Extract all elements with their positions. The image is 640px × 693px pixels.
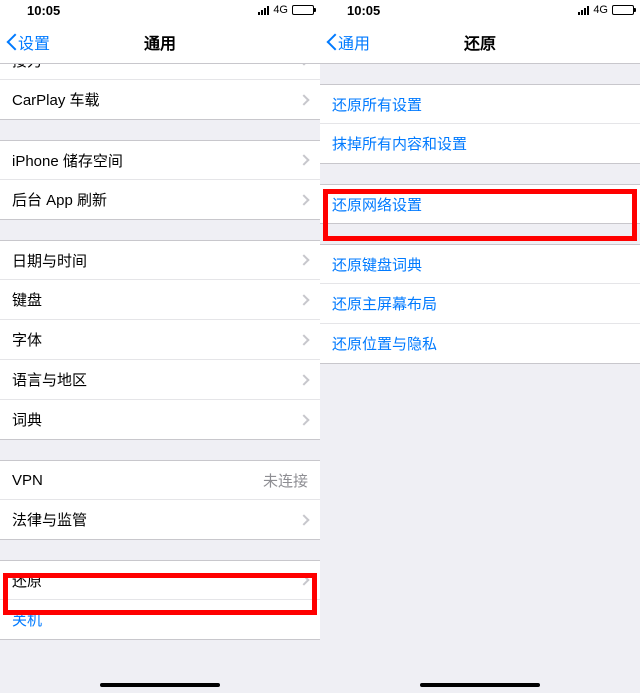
status-bar: 10:05 4G bbox=[0, 0, 320, 20]
cell-label: 还原所有设置 bbox=[332, 94, 422, 115]
content-reset[interactable]: 还原所有设置抹掉所有内容和设置还原网络设置还原键盘词典还原主屏幕布局还原位置与隐… bbox=[320, 64, 640, 693]
status-time: 10:05 bbox=[27, 3, 60, 18]
screen-reset: 10:05 4G 通用 还原 还原所有设置抹掉所有内容和设置还原网络设置还原键盘… bbox=[320, 0, 640, 693]
home-indicator[interactable] bbox=[100, 683, 220, 687]
back-button[interactable]: 通用 bbox=[320, 30, 370, 54]
cell-label: iPhone 储存空间 bbox=[12, 150, 123, 171]
settings-cell[interactable]: VPN 未连接 bbox=[0, 460, 320, 500]
network-label: 4G bbox=[273, 4, 288, 16]
settings-cell[interactable]: 语言与地区 bbox=[0, 360, 320, 400]
cell-label: 还原主屏幕布局 bbox=[332, 293, 437, 314]
cell-label: CarPlay 车载 bbox=[12, 89, 100, 110]
chevron-right-icon bbox=[298, 64, 309, 66]
screen-general: 10:05 4G 设置 通用 接力 CarPlay 车载 iPhone 储存空间后台… bbox=[0, 0, 320, 693]
signal-icon bbox=[578, 6, 589, 15]
status-bar: 10:05 4G bbox=[320, 0, 640, 20]
cell-right bbox=[300, 416, 308, 424]
settings-group: 还原关机 bbox=[0, 560, 320, 640]
settings-cell[interactable]: 后台 App 刷新 bbox=[0, 180, 320, 220]
settings-group: 还原网络设置 bbox=[320, 184, 640, 224]
cell-label: VPN bbox=[12, 472, 43, 489]
content-general[interactable]: 接力CarPlay 车载iPhone 储存空间后台 App 刷新日期与时间键盘字… bbox=[0, 64, 320, 693]
cell-right bbox=[300, 256, 308, 264]
cell-label: 法律与监管 bbox=[12, 509, 87, 530]
chevron-right-icon bbox=[298, 414, 309, 425]
cell-right bbox=[300, 296, 308, 304]
cell-right bbox=[300, 156, 308, 164]
status-right: 4G bbox=[578, 4, 634, 16]
settings-cell[interactable]: 还原位置与隐私 bbox=[320, 324, 640, 364]
chevron-right-icon bbox=[298, 574, 309, 585]
status-right: 4G bbox=[258, 4, 314, 16]
nav-bar: 设置 通用 bbox=[0, 20, 320, 64]
settings-group: 日期与时间键盘字体语言与地区词典 bbox=[0, 240, 320, 440]
chevron-left-icon bbox=[326, 32, 338, 52]
settings-group: 接力 CarPlay 车载 bbox=[0, 64, 320, 120]
settings-cell[interactable]: 字体 bbox=[0, 320, 320, 360]
back-button[interactable]: 设置 bbox=[0, 30, 50, 54]
settings-cell[interactable]: 还原所有设置 bbox=[320, 84, 640, 124]
chevron-right-icon bbox=[298, 374, 309, 385]
cell-detail: 未连接 bbox=[263, 470, 308, 491]
settings-cell[interactable]: 关机 bbox=[0, 600, 320, 640]
cell-label: 还原 bbox=[12, 570, 42, 591]
chevron-right-icon bbox=[298, 294, 309, 305]
settings-cell[interactable]: iPhone 储存空间 bbox=[0, 140, 320, 180]
cell-label: 还原键盘词典 bbox=[332, 254, 422, 275]
nav-bar: 通用 还原 bbox=[320, 20, 640, 64]
settings-cell[interactable]: CarPlay 车载 bbox=[0, 80, 320, 120]
settings-cell[interactable]: 日期与时间 bbox=[0, 240, 320, 280]
settings-group: 还原所有设置抹掉所有内容和设置 bbox=[320, 84, 640, 164]
cell-label: 字体 bbox=[12, 329, 42, 350]
chevron-right-icon bbox=[298, 154, 309, 165]
home-indicator[interactable] bbox=[420, 683, 540, 687]
settings-cell[interactable]: 还原键盘词典 bbox=[320, 244, 640, 284]
chevron-right-icon bbox=[298, 194, 309, 205]
chevron-right-icon bbox=[298, 254, 309, 265]
cell-right bbox=[300, 196, 308, 204]
settings-group: iPhone 储存空间后台 App 刷新 bbox=[0, 140, 320, 220]
settings-cell[interactable]: 接力 bbox=[0, 64, 320, 80]
settings-cell[interactable]: 还原网络设置 bbox=[320, 184, 640, 224]
settings-group: 还原键盘词典还原主屏幕布局还原位置与隐私 bbox=[320, 244, 640, 364]
cell-right bbox=[300, 576, 308, 584]
battery-icon bbox=[292, 5, 314, 15]
cell-label: 关机 bbox=[12, 609, 42, 630]
cell-label: 还原位置与隐私 bbox=[332, 333, 437, 354]
cell-right bbox=[300, 96, 308, 104]
settings-group: VPN 未连接法律与监管 bbox=[0, 460, 320, 540]
cell-right: 未连接 bbox=[263, 470, 308, 491]
chevron-right-icon bbox=[298, 94, 309, 105]
cell-label: 后台 App 刷新 bbox=[12, 189, 107, 210]
cell-right bbox=[300, 376, 308, 384]
settings-cell[interactable]: 法律与监管 bbox=[0, 500, 320, 540]
chevron-left-icon bbox=[6, 32, 18, 52]
cell-label: 词典 bbox=[12, 409, 42, 430]
settings-cell[interactable]: 还原主屏幕布局 bbox=[320, 284, 640, 324]
cell-label: 键盘 bbox=[12, 289, 42, 310]
cell-label: 还原网络设置 bbox=[332, 194, 422, 215]
status-time: 10:05 bbox=[347, 3, 380, 18]
chevron-right-icon bbox=[298, 334, 309, 345]
cell-label: 抹掉所有内容和设置 bbox=[332, 133, 467, 154]
settings-cell[interactable]: 键盘 bbox=[0, 280, 320, 320]
cell-label: 接力 bbox=[12, 64, 42, 71]
settings-cell[interactable]: 抹掉所有内容和设置 bbox=[320, 124, 640, 164]
settings-cell[interactable]: 还原 bbox=[0, 560, 320, 600]
signal-icon bbox=[258, 6, 269, 15]
settings-cell[interactable]: 词典 bbox=[0, 400, 320, 440]
network-label: 4G bbox=[593, 4, 608, 16]
battery-icon bbox=[612, 5, 634, 15]
chevron-right-icon bbox=[298, 514, 309, 525]
cell-label: 日期与时间 bbox=[12, 250, 87, 271]
cell-right bbox=[300, 516, 308, 524]
cell-right bbox=[300, 336, 308, 344]
cell-label: 语言与地区 bbox=[12, 369, 87, 390]
